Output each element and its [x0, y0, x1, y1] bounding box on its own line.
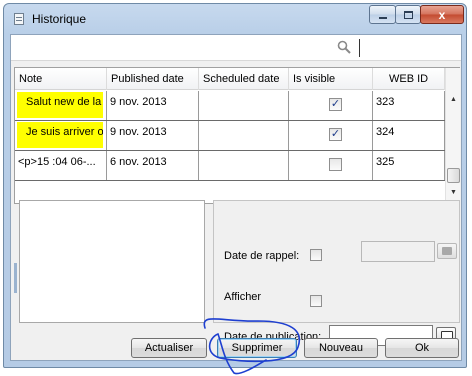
splitter-handle[interactable] — [14, 263, 17, 293]
minimize-button[interactable] — [369, 5, 396, 24]
published-date-cell[interactable]: 9 nov. 2013 — [107, 121, 199, 150]
actualiser-button[interactable]: Actualiser — [131, 338, 207, 358]
date-rappel-checkbox[interactable] — [310, 249, 322, 261]
scroll-down-arrow-icon[interactable]: ▼ — [446, 185, 461, 201]
nouveau-button[interactable]: Nouveau — [304, 338, 378, 358]
table-header: Note Published date Scheduled date Is vi… — [15, 68, 459, 90]
ok-button[interactable]: Ok — [385, 338, 459, 358]
note-text: Salut new de la machine — [17, 92, 103, 118]
is-visible-checkbox[interactable] — [329, 158, 342, 171]
title-bar[interactable]: Historique x — [4, 4, 466, 34]
table-row[interactable]: Je suis arriver ok 9 nov. 2013 ✓ 324 — [15, 121, 445, 151]
column-header-web-id[interactable]: WEB ID — [373, 68, 445, 90]
table-row[interactable]: <p>15 :04 06-... 6 nov. 2013 325 — [15, 151, 445, 181]
note-text: Je suis arriver ok — [17, 122, 103, 148]
scheduled-date-cell[interactable] — [199, 151, 289, 180]
column-header-scheduled-date[interactable]: Scheduled date — [199, 68, 289, 90]
historique-window: Historique x Note Published date Schedul… — [3, 3, 467, 368]
supprimer-button[interactable]: Supprimer — [217, 338, 297, 358]
search-bar — [11, 35, 461, 61]
maximize-icon — [403, 10, 413, 19]
note-cell[interactable]: Salut new de la machine — [15, 91, 107, 120]
is-visible-checkbox[interactable]: ✓ — [329, 128, 342, 141]
note-cell[interactable]: <p>15 :04 06-... — [15, 151, 107, 180]
web-id-cell[interactable]: 323 — [373, 91, 445, 120]
afficher-label: Afficher — [224, 291, 262, 303]
web-id-cell[interactable]: 325 — [373, 151, 445, 180]
detail-list-box[interactable] — [19, 200, 205, 323]
scheduled-date-cell[interactable] — [199, 91, 289, 120]
afficher-checkbox[interactable] — [310, 295, 322, 307]
vertical-scrollbar[interactable]: ▲ ▼ — [445, 68, 460, 203]
column-header-is-visible[interactable]: Is visible — [289, 68, 373, 90]
is-visible-checkbox[interactable]: ✓ — [329, 98, 342, 111]
is-visible-cell[interactable]: ✓ — [289, 91, 373, 120]
table-row[interactable]: Salut new de la machine 9 nov. 2013 ✓ 32… — [15, 91, 445, 121]
notepad-icon — [14, 13, 24, 25]
published-date-cell[interactable]: 9 nov. 2013 — [107, 91, 199, 120]
column-header-published-date[interactable]: Published date — [107, 68, 199, 90]
search-icon[interactable] — [337, 40, 351, 54]
window-title: Historique — [32, 12, 87, 26]
web-id-cell[interactable]: 324 — [373, 121, 445, 150]
column-header-note[interactable]: Note — [15, 68, 107, 90]
calendar-icon[interactable] — [437, 243, 457, 259]
detail-panel: Date de rappel: Afficher Date de publica… — [213, 200, 460, 346]
scroll-thumb[interactable] — [447, 168, 460, 183]
is-visible-cell[interactable] — [289, 151, 373, 180]
close-button[interactable]: x — [420, 5, 464, 24]
client-area: Note Published date Scheduled date Is vi… — [10, 34, 462, 361]
scroll-up-arrow-icon[interactable]: ▲ — [446, 92, 461, 108]
close-icon: x — [438, 7, 446, 22]
date-rappel-field[interactable] — [361, 241, 435, 262]
minimize-icon — [378, 16, 387, 19]
search-input[interactable] — [359, 39, 459, 57]
published-date-cell[interactable]: 6 nov. 2013 — [107, 151, 199, 180]
scheduled-date-cell[interactable] — [199, 121, 289, 150]
date-rappel-label: Date de rappel: — [224, 250, 300, 262]
history-table: Note Published date Scheduled date Is vi… — [14, 67, 460, 204]
is-visible-cell[interactable]: ✓ — [289, 121, 373, 150]
maximize-button[interactable] — [395, 5, 421, 24]
note-cell[interactable]: Je suis arriver ok — [15, 121, 107, 150]
